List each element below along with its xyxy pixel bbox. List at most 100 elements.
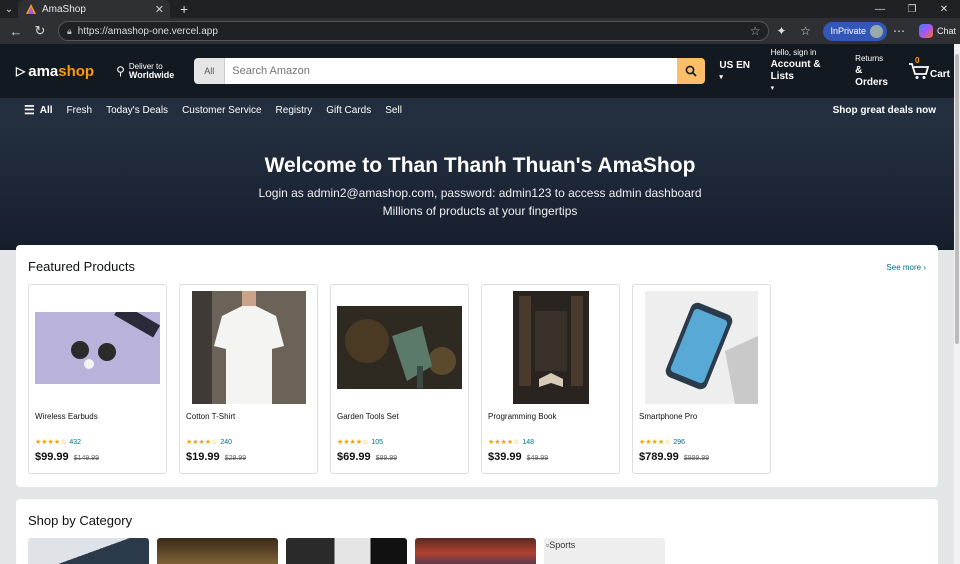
hero-title: Welcome to Than Thanh Thuan's AmaShop <box>264 154 696 177</box>
extensions-icon[interactable]: ✦ <box>769 24 793 38</box>
nav-customer-service[interactable]: Customer Service <box>182 105 261 116</box>
product-card[interactable]: Wireless Earbuds ★★★★☆ 432 $99.99 $149.99 <box>28 284 167 474</box>
review-count[interactable]: 296 <box>673 439 685 446</box>
orders-label: & Orders <box>855 65 888 88</box>
scrollbar-thumb[interactable] <box>955 54 959 344</box>
product-card[interactable]: Garden Tools Set ★★★★☆ 105 $69.99 $89.99 <box>330 284 469 474</box>
current-price: $99.99 <box>35 451 69 463</box>
search-button[interactable] <box>677 58 706 84</box>
star-rating-icon: ★★★★☆ <box>639 439 671 446</box>
address-bar[interactable]: 🔒︎ https://amashop-one.vercel.app ☆ <box>58 21 770 41</box>
language-selector[interactable]: US EN ▾ <box>719 60 754 82</box>
broken-image-alt: Sports <box>549 540 576 550</box>
search-category-select[interactable]: All <box>194 58 226 84</box>
play-arrow-icon: ▷ <box>16 64 26 78</box>
product-name[interactable]: Smartphone Pro <box>639 412 764 421</box>
caret-down-icon: ▾ <box>770 85 775 92</box>
deliver-to[interactable]: ⚲ Deliver to Worldwide <box>116 62 174 80</box>
cart-button[interactable]: 0 Cart <box>908 56 950 80</box>
favorite-star-icon[interactable]: ☆ <box>750 24 761 38</box>
featured-products-section: Featured Products See more › Wireless Ea… <box>16 245 938 487</box>
inprivate-badge[interactable]: InPrivate <box>823 21 887 41</box>
close-tab-icon[interactable]: ✕ <box>155 3 164 16</box>
copilot-button[interactable]: Chat <box>918 24 956 38</box>
hero-banner: Welcome to Than Thanh Thuan's AmaShop Lo… <box>0 122 960 250</box>
caret-down-icon: ▾ <box>719 74 723 81</box>
search-input[interactable] <box>225 58 678 84</box>
location-pin-icon: ⚲ <box>116 63 125 78</box>
account-label: Account & Lists <box>770 59 821 82</box>
returns-label: Returns <box>855 54 884 63</box>
new-tab-icon[interactable]: + <box>180 1 188 17</box>
sub-navigation: ☰ All Fresh Today's Deals Customer Servic… <box>0 98 960 122</box>
page-scrollbar[interactable] <box>954 44 960 564</box>
category-tile[interactable] <box>286 538 407 564</box>
product-image-tshirt[interactable] <box>186 291 311 404</box>
lock-icon: 🔒︎ <box>67 25 72 36</box>
star-rating-icon: ★★★★☆ <box>35 439 67 446</box>
product-card[interactable]: Programming Book ★★★★☆ 148 $39.99 $49.99 <box>481 284 620 474</box>
nav-gift-cards[interactable]: Gift Cards <box>326 105 371 116</box>
nav-sell[interactable]: Sell <box>385 105 402 116</box>
account-greeting: Hello, sign in <box>770 48 817 57</box>
see-more-link[interactable]: See more › <box>886 263 926 272</box>
site-logo[interactable]: ▷ ama shop <box>10 63 100 80</box>
logo-text-ama: ama <box>28 62 59 80</box>
star-rating-icon: ★★★★☆ <box>488 439 520 446</box>
minimize-icon[interactable]: — <box>864 0 896 18</box>
category-tile[interactable] <box>415 538 536 564</box>
product-name[interactable]: Cotton T-Shirt <box>186 412 311 421</box>
account-menu[interactable]: Hello, sign in Account & Lists ▾ <box>771 47 844 95</box>
category-tile[interactable] <box>28 538 149 564</box>
cart-label: Cart <box>929 69 950 80</box>
product-name[interactable]: Garden Tools Set <box>337 412 462 421</box>
review-count[interactable]: 432 <box>69 439 81 446</box>
logo-text-shop: shop <box>58 62 95 80</box>
shop-deals-link[interactable]: Shop great deals now <box>833 105 936 116</box>
product-name[interactable]: Wireless Earbuds <box>35 412 160 421</box>
review-count[interactable]: 148 <box>522 439 534 446</box>
tab-actions-chevron-icon[interactable]: ⌄ <box>0 0 18 18</box>
category-tile-broken-image[interactable]: ▫Sports <box>544 538 665 564</box>
product-list: Wireless Earbuds ★★★★☆ 432 $99.99 $149.99… <box>28 284 926 474</box>
favorites-icon[interactable]: ☆ <box>793 24 817 38</box>
star-rating-icon: ★★★★☆ <box>337 439 369 446</box>
review-count[interactable]: 105 <box>371 439 383 446</box>
nav-todays-deals[interactable]: Today's Deals <box>106 105 168 116</box>
close-window-icon[interactable]: ✕ <box>928 0 960 18</box>
current-price: $69.99 <box>337 451 371 463</box>
category-tile[interactable] <box>157 538 278 564</box>
all-menu-button[interactable]: ☰ All <box>24 103 53 117</box>
product-name[interactable]: Programming Book <box>488 412 613 421</box>
returns-orders[interactable]: Returns & Orders <box>855 53 896 89</box>
language-label: US EN <box>719 60 750 71</box>
original-price: $49.99 <box>526 455 549 462</box>
product-rating: ★★★★☆ 105 <box>337 438 462 446</box>
refresh-icon[interactable]: ↻ <box>28 23 52 39</box>
search-bar: All <box>194 58 706 84</box>
product-image-earbuds[interactable] <box>35 291 160 404</box>
maximize-icon[interactable]: ❐ <box>896 0 928 18</box>
site-header: ▷ amashop ⚲ Deliver to Worldwide All US … <box>0 44 960 98</box>
review-count[interactable]: 240 <box>220 439 232 446</box>
original-price: $999.99 <box>683 455 710 462</box>
product-image-garden-tools[interactable] <box>337 291 462 404</box>
original-price: $89.99 <box>375 455 398 462</box>
product-card[interactable]: Smartphone Pro ★★★★☆ 296 $789.99 $999.99 <box>632 284 771 474</box>
nav-fresh[interactable]: Fresh <box>67 105 93 116</box>
window-controls: — ❐ ✕ <box>864 0 960 18</box>
product-card[interactable]: Cotton T-Shirt ★★★★☆ 240 $19.99 $29.99 <box>179 284 318 474</box>
tab-title: AmaShop <box>42 3 86 15</box>
more-menu-icon[interactable]: ⋯ <box>887 24 911 38</box>
star-rating-icon: ★★★★☆ <box>186 439 218 446</box>
profile-avatar <box>869 24 883 38</box>
back-arrow-icon[interactable]: ← <box>4 24 28 39</box>
browser-tab-active[interactable]: AmaShop ✕ <box>18 0 170 18</box>
hero-login-hint: Login as admin2@amashop.com, password: a… <box>258 186 702 200</box>
hero-tagline: Millions of products at your fingertips <box>382 204 578 218</box>
nav-registry[interactable]: Registry <box>276 105 313 116</box>
product-image-book[interactable] <box>488 291 613 404</box>
product-price: $789.99 $999.99 <box>639 451 764 463</box>
category-title: Shop by Category <box>28 513 133 528</box>
product-image-smartphone[interactable] <box>639 291 764 404</box>
